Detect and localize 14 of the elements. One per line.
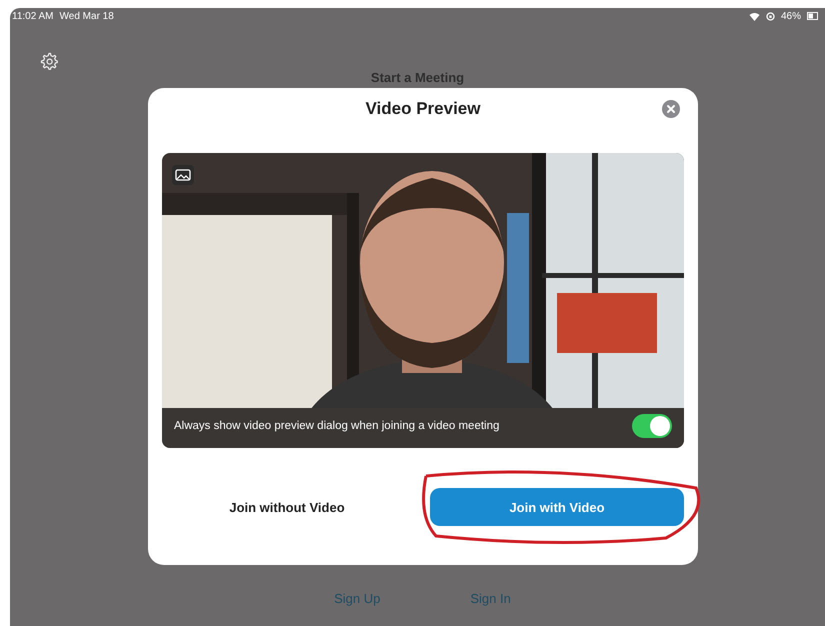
wifi-icon	[748, 12, 760, 20]
join-with-video-button[interactable]: Join with Video	[430, 488, 684, 526]
status-date: Wed Mar 18	[60, 10, 114, 22]
dialog-title: Video Preview	[366, 98, 480, 118]
status-time: 11:02 AM	[12, 10, 54, 22]
settings-icon[interactable]	[40, 52, 58, 70]
screen-title: Start a Meeting	[370, 70, 466, 85]
lock-rotation-icon	[766, 12, 775, 20]
close-icon	[665, 103, 677, 115]
battery-percent: 46%	[780, 10, 801, 22]
battery-icon	[807, 12, 819, 20]
close-button[interactable]	[662, 100, 680, 118]
option-label: Always show video preview dialog when joining a video meeting	[174, 420, 500, 432]
background-image-icon[interactable]	[172, 165, 194, 185]
